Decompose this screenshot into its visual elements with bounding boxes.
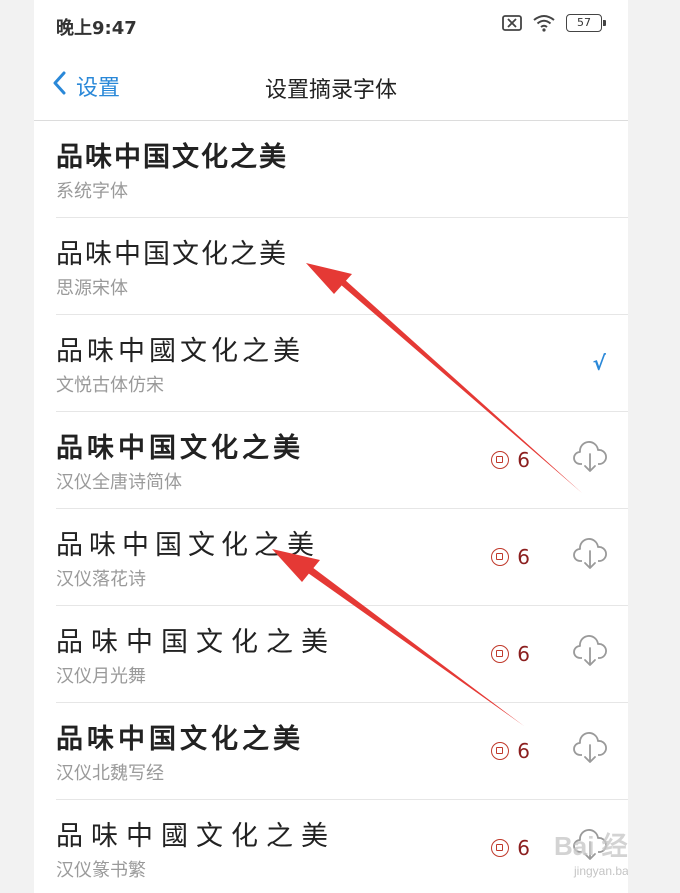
font-item-beiwei-xiejing[interactable]: 品味中国文化之美 汉仪北魏写经 6 [56,703,628,800]
font-item-system[interactable]: 品味中国文化之美 系统字体 [56,121,628,218]
font-item-siyuan-song[interactable]: 品味中国文化之美 思源宋体 [56,218,628,315]
price-value: 6 [517,448,530,472]
price-tag: 6 [491,836,530,860]
font-item-zhuanshu[interactable]: 品味中國文化之美 汉仪篆书繁 6 [56,800,628,893]
font-sample: 品味中国文化之美 [56,530,320,561]
status-icons: 57 [502,14,606,32]
cloud-download-icon[interactable] [572,731,608,769]
font-name: 汉仪全唐诗简体 [56,472,182,493]
font-sample: 品味中国文化之美 [56,433,304,464]
font-sample: 品味中国文化之美 [56,142,288,173]
font-name: 文悦古体仿宋 [56,375,164,396]
font-list: 品味中国文化之美 系统字体 品味中国文化之美 思源宋体 品味中國文化之美 文悦古… [34,121,628,893]
font-item-quantangshi[interactable]: 品味中国文化之美 汉仪全唐诗简体 6 [56,412,628,509]
price-tag: 6 [491,739,530,763]
font-item-yueguangwu[interactable]: 品味中国文化之美 汉仪月光舞 6 [56,606,628,703]
cloud-download-icon[interactable] [572,634,608,672]
price-value: 6 [517,836,530,860]
battery-icon: 57 [566,14,606,32]
nav-bar: 设置 设置摘录字体 [34,52,628,121]
font-sample: 品味中国文化之美 [56,627,336,658]
font-name: 汉仪篆书繁 [56,860,146,881]
price-value: 6 [517,545,530,569]
font-sample: 品味中國文化之美 [56,821,336,852]
price-value: 6 [517,739,530,763]
status-bar: 晚上9:47 57 [34,0,628,52]
price-tag: 6 [491,545,530,569]
cloud-download-icon[interactable] [572,440,608,478]
coin-icon [491,645,510,663]
cloud-download-icon[interactable] [572,537,608,575]
font-name: 汉仪北魏写经 [56,763,164,784]
font-name: 汉仪月光舞 [56,666,146,687]
coin-icon [491,839,510,857]
wifi-icon [532,14,556,32]
font-name: 系统字体 [56,181,128,202]
font-item-luohuashi[interactable]: 品味中国文化之美 汉仪落花诗 6 [56,509,628,606]
status-time: 晚上9:47 [56,18,137,39]
price-tag: 6 [491,642,530,666]
coin-icon [491,548,510,566]
font-item-wenyue-fangsong[interactable]: 品味中國文化之美 文悦古体仿宋 √ [56,315,628,412]
phone-screen: 晚上9:47 57 设置 设置摘录字体 品味中国文化之美 系统字体 品味中国文化… [34,0,628,893]
watermark-logo: Bai 经验 [554,831,628,861]
font-name: 汉仪落花诗 [56,569,146,590]
font-sample: 品味中国文化之美 [56,239,288,270]
page-title: 设置摘录字体 [264,78,397,103]
font-name: 思源宋体 [56,278,128,299]
price-value: 6 [517,642,530,666]
font-sample: 品味中国文化之美 [56,724,304,755]
coin-icon [491,451,510,469]
font-sample: 品味中國文化之美 [56,336,304,367]
watermark-url: jingyan.baidu.com [574,864,628,878]
coin-icon [491,742,510,760]
selected-check-icon: √ [592,351,606,375]
sim-disabled-icon [502,15,522,31]
price-tag: 6 [491,448,530,472]
